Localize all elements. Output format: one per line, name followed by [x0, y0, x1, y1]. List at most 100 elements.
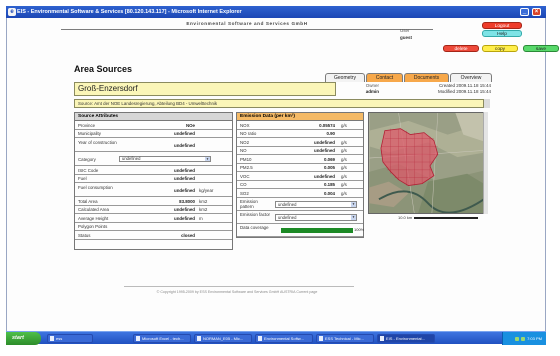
emission-unit: g/s — [341, 190, 347, 196]
tab-geometry[interactable]: Geometry — [325, 73, 365, 82]
table-row: NO undefined g/s — [237, 147, 363, 155]
help-button[interactable]: Help — [482, 30, 522, 37]
satellite-map[interactable] — [368, 112, 488, 214]
table-row: Total Area 83.8000 km2 — [75, 197, 232, 206]
chevron-down-icon[interactable]: ▼ — [205, 156, 210, 161]
record-name-field[interactable]: Groß-Enzersdorf — [74, 82, 336, 96]
emission-value[interactable]: 0.004 — [324, 191, 335, 196]
table-row — [75, 240, 232, 249]
emission-pattern-label: Emission pattern — [240, 199, 258, 209]
category-select[interactable]: undefined ▼ — [119, 155, 211, 162]
emission-factor-label: Emission factor — [240, 212, 271, 217]
emission-value[interactable]: 0.069 — [324, 157, 335, 162]
browser-icon — [258, 336, 262, 341]
data-coverage-label: Data coverage — [240, 225, 269, 230]
attr-value[interactable]: undefined — [174, 168, 195, 173]
attr-label: Total Area — [78, 198, 98, 204]
data-coverage-percent: 100% — [354, 226, 365, 232]
emission-unit: g/s — [341, 182, 347, 187]
table-row: PM2.5 0.005 g/s — [237, 164, 363, 172]
taskbar-item[interactable]: ESS Technical - Mic... — [316, 334, 374, 343]
table-row: NOX 0.05574 g/s — [237, 121, 363, 130]
system-tray: 7:03 PM — [502, 332, 546, 345]
attr-label: Calculated Area — [78, 207, 109, 212]
table-row: Municipality undefined — [75, 130, 232, 138]
attr-value[interactable]: NOe — [186, 123, 195, 128]
attr-label: ISIC Code — [78, 167, 99, 173]
taskbar-item[interactable]: NORMAN_E05 - Mic... — [194, 334, 252, 343]
attr-label: Year of construction — [78, 140, 117, 145]
emission-pattern-select[interactable]: undefined ▼ — [275, 200, 357, 208]
table-row: VOC undefined g/s — [237, 172, 363, 181]
emission-unit: g/s — [341, 165, 347, 170]
source-reference-field[interactable]: Source: Amt der NOE Landesregierung, Abt… — [74, 99, 490, 108]
taskbar-item[interactable]: ess — [47, 334, 93, 343]
emission-factor-value: undefined — [278, 214, 297, 220]
attr-value[interactable]: 83.8000 — [179, 199, 195, 204]
taskbar-item[interactable]: Microsoft Excel - tech... — [133, 334, 191, 343]
emission-unit: g/s — [341, 148, 347, 153]
taskbar-item[interactable]: Environmental Softw... — [255, 334, 313, 343]
attr-value[interactable]: undefined — [174, 143, 195, 148]
emission-value[interactable]: 0.185 — [324, 182, 335, 187]
tab-documents[interactable]: Documents — [404, 73, 449, 82]
taskbar-item-active[interactable]: EIS - Environmental... — [377, 334, 435, 343]
chevron-down-icon[interactable]: ▼ — [351, 214, 356, 220]
table-row: Polygon Points — [75, 223, 232, 231]
owner-value: admin — [365, 89, 379, 94]
attr-value[interactable]: undefined — [174, 188, 195, 193]
emission-pattern-value: undefined — [278, 201, 297, 207]
emission-unit: g/s — [341, 139, 347, 145]
table-row: Year of construction undefined — [75, 138, 232, 152]
attr-value[interactable]: undefined — [174, 131, 195, 136]
table-row: SO2 0.004 g/s — [237, 189, 363, 198]
browser-page: Environmental Software and Services GmbH… — [6, 18, 559, 331]
emission-value[interactable]: 0.05574 — [319, 123, 335, 128]
emission-value[interactable]: 0.90 — [326, 131, 335, 136]
tab-contact[interactable]: Contact — [366, 73, 403, 82]
emission-value[interactable]: undefined — [314, 140, 335, 145]
attr-unit: m — [199, 215, 203, 221]
browser-icon — [380, 336, 384, 341]
map-scale-bar — [414, 217, 478, 219]
emission-unit: g/s — [341, 122, 347, 128]
source-field-scrollbar[interactable] — [483, 99, 490, 108]
emission-value[interactable]: undefined — [314, 148, 335, 153]
attr-label: Fuel consumption — [78, 185, 113, 190]
network-icon[interactable] — [515, 336, 520, 341]
save-button[interactable]: save — [523, 45, 559, 52]
logout-button[interactable]: Logout — [482, 22, 522, 29]
start-button[interactable]: start — [6, 332, 41, 345]
attr-value[interactable]: undefined — [174, 176, 195, 181]
table-row: Province NOe — [75, 121, 232, 130]
emission-label: PM2.5 — [240, 165, 253, 170]
copy-button[interactable]: copy — [482, 45, 518, 52]
tab-overview[interactable]: Overview — [450, 73, 492, 82]
attr-value[interactable]: undefined — [174, 216, 195, 221]
page-title: Area Sources — [74, 64, 133, 74]
owner-label: Owner — [365, 83, 379, 88]
emission-label: CO — [240, 182, 247, 187]
folder-icon — [50, 336, 54, 341]
emission-value[interactable]: undefined — [314, 174, 335, 179]
attr-label: Average Height — [78, 215, 109, 221]
map-scrollbar[interactable] — [483, 112, 488, 214]
chevron-down-icon[interactable]: ▼ — [351, 201, 356, 207]
emission-label: PM10 — [240, 156, 252, 162]
emission-label: NOX — [240, 122, 250, 128]
attr-label: Province — [78, 122, 96, 128]
close-window-button[interactable]: × — [532, 8, 541, 16]
banner-rule: Environmental Software and Services GmbH — [61, 21, 433, 30]
table-row: Data coverage 100% — [237, 224, 365, 237]
emission-label: NO ratio — [240, 131, 257, 136]
attr-value[interactable]: undefined — [174, 207, 195, 212]
volume-icon[interactable] — [521, 336, 526, 341]
table-row: Average Height undefined m — [75, 214, 232, 223]
emission-value[interactable]: 0.005 — [324, 165, 335, 170]
emission-factor-select[interactable]: undefined ▼ — [275, 213, 357, 221]
category-select-value: undefined — [122, 155, 141, 161]
minimize-button[interactable]: _ — [520, 8, 529, 16]
clock: 7:03 PM — [527, 336, 542, 341]
status-value[interactable]: closed — [181, 233, 195, 238]
delete-button[interactable]: delete — [443, 45, 479, 52]
